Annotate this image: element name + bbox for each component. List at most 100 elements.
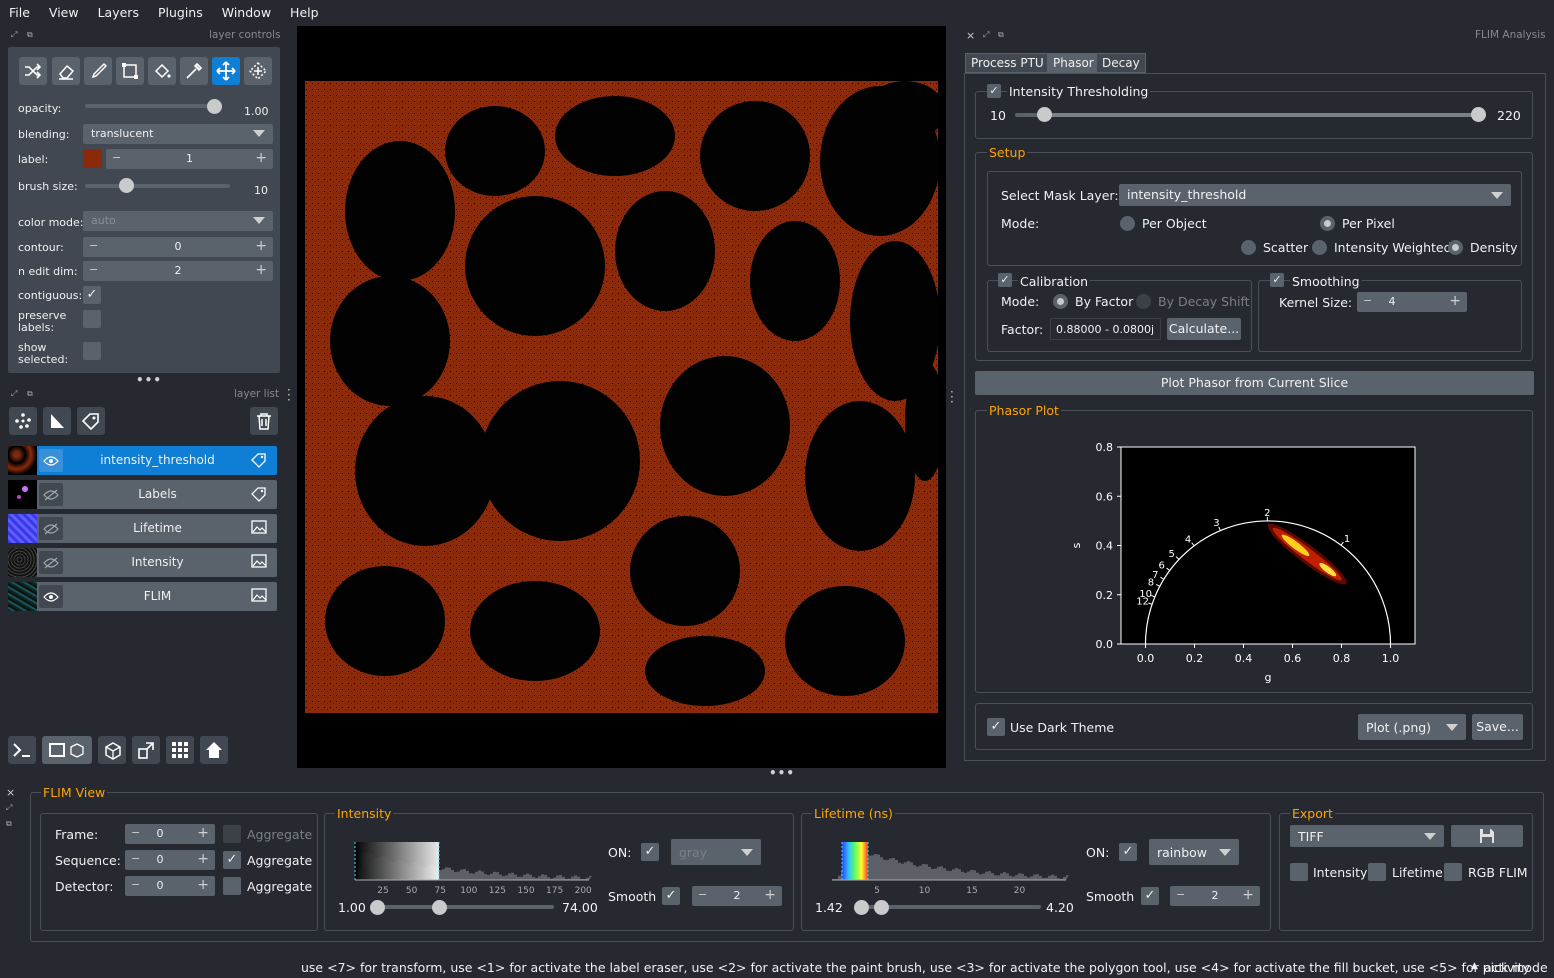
new-shapes-layer-button[interactable] bbox=[43, 407, 71, 435]
splitter-handle-icon[interactable]: ••• bbox=[769, 767, 795, 779]
lifetime-smooth-checkbox[interactable]: ✓ bbox=[1141, 887, 1159, 905]
preserve-labels-checkbox[interactable] bbox=[83, 310, 101, 328]
dark-theme-checkbox[interactable]: ✓ bbox=[987, 718, 1005, 736]
paint-brush-button[interactable] bbox=[84, 57, 112, 85]
dock-close-icon[interactable]: ⤢ bbox=[11, 389, 17, 399]
plus-icon[interactable]: + bbox=[255, 262, 267, 278]
export-intensity-checkbox[interactable] bbox=[1290, 863, 1308, 881]
save-button[interactable]: Save... bbox=[1472, 714, 1523, 740]
fill-bucket-button[interactable] bbox=[148, 57, 176, 85]
dock-float-icon[interactable]: ⧉ bbox=[998, 30, 1004, 40]
calibration-checkbox[interactable]: ✓ bbox=[998, 273, 1012, 287]
canvas-more-options-icon[interactable]: · · · bbox=[950, 386, 954, 408]
threshold-low-handle[interactable] bbox=[1037, 107, 1052, 122]
layer-row-labels[interactable]: Labels bbox=[8, 480, 277, 509]
brush-size-slider-handle[interactable] bbox=[118, 178, 134, 193]
intensity-threshold-checkbox[interactable]: ✓ bbox=[987, 84, 1001, 98]
contiguous-checkbox[interactable]: ✓ bbox=[83, 286, 101, 304]
threshold-high-handle[interactable] bbox=[1471, 107, 1486, 122]
opacity-slider-track[interactable] bbox=[85, 104, 215, 108]
dock-close-icon[interactable]: ⤢ bbox=[11, 30, 17, 40]
layer-row-intensity[interactable]: Intensity bbox=[8, 548, 277, 577]
by-factor-radio[interactable] bbox=[1053, 294, 1068, 309]
show-selected-checkbox[interactable] bbox=[83, 342, 101, 360]
tab-process-ptu[interactable]: Process PTU bbox=[965, 53, 1050, 73]
sequence-spinbox[interactable]: −0 + bbox=[125, 850, 215, 870]
home-reset-view-button[interactable] bbox=[200, 736, 228, 764]
menu-file[interactable]: File bbox=[9, 5, 30, 20]
eraser-button[interactable] bbox=[52, 57, 80, 85]
plus-icon[interactable]: + bbox=[255, 238, 267, 254]
plus-icon[interactable]: + bbox=[197, 851, 209, 867]
menu-help[interactable]: Help bbox=[290, 5, 319, 20]
intensity-weighted-radio[interactable] bbox=[1312, 240, 1327, 255]
intensity-high-handle[interactable] bbox=[432, 900, 447, 915]
delete-layer-button[interactable] bbox=[250, 407, 278, 435]
ndisplay-toggle-button[interactable] bbox=[42, 736, 92, 764]
plot-phasor-button[interactable]: Plot Phasor from Current Slice bbox=[975, 371, 1534, 395]
export-rgb-flim-checkbox[interactable] bbox=[1444, 863, 1462, 881]
per-object-radio[interactable] bbox=[1120, 216, 1135, 231]
label-color-swatch[interactable] bbox=[83, 149, 102, 168]
scatter-radio[interactable] bbox=[1241, 240, 1256, 255]
plus-icon[interactable]: + bbox=[255, 150, 267, 166]
n-edit-dim-spinbox[interactable]: −2 + bbox=[83, 261, 273, 281]
export-lifetime-checkbox[interactable] bbox=[1368, 863, 1386, 881]
dock-float-icon[interactable]: ⧉ bbox=[6, 819, 12, 829]
plot-format-select[interactable]: Plot (.png) bbox=[1358, 714, 1466, 740]
detector-spinbox[interactable]: −0 + bbox=[125, 876, 215, 896]
transpose-button[interactable] bbox=[132, 736, 160, 764]
export-save-button[interactable] bbox=[1451, 825, 1523, 847]
intensity-smooth-checkbox[interactable]: ✓ bbox=[662, 887, 680, 905]
dock-minimize-icon[interactable]: ⤢ bbox=[6, 803, 12, 813]
density-radio[interactable] bbox=[1448, 240, 1463, 255]
intensity-low-handle[interactable] bbox=[370, 900, 385, 915]
intensity-range-track[interactable] bbox=[378, 905, 554, 909]
activity-button[interactable]: activity bbox=[1484, 960, 1530, 975]
plus-icon[interactable]: + bbox=[1449, 293, 1461, 309]
frame-spinbox[interactable]: −0 + bbox=[125, 824, 215, 844]
calculate-button[interactable]: Calculate... bbox=[1167, 318, 1241, 340]
grid-view-button[interactable] bbox=[166, 736, 194, 764]
menu-plugins[interactable]: Plugins bbox=[158, 5, 203, 20]
dock-close-icon[interactable]: × bbox=[6, 786, 15, 799]
visibility-eye-icon[interactable] bbox=[39, 449, 63, 472]
lifetime-smooth-spinbox[interactable]: −2 + bbox=[1170, 886, 1260, 906]
dock-float-icon[interactable]: ⧉ bbox=[27, 30, 33, 40]
per-pixel-radio[interactable] bbox=[1320, 216, 1335, 231]
lifetime-colormap-select[interactable]: rainbow bbox=[1149, 839, 1239, 865]
menu-layers[interactable]: Layers bbox=[98, 5, 139, 20]
layer-row-lifetime[interactable]: Lifetime bbox=[8, 514, 277, 543]
roll-dims-button[interactable] bbox=[98, 736, 126, 764]
shuffle-colors-button[interactable] bbox=[19, 57, 47, 85]
color-picker-button[interactable] bbox=[180, 57, 208, 85]
visibility-eye-off-icon[interactable] bbox=[39, 517, 63, 540]
opacity-slider-handle[interactable] bbox=[207, 99, 222, 114]
activity-arrow-icon[interactable]: ▲ bbox=[1471, 961, 1478, 971]
factor-input[interactable]: 0.88000 - 0.0800j bbox=[1050, 318, 1161, 340]
new-points-layer-button[interactable] bbox=[9, 407, 37, 435]
label-spinbox[interactable]: −1 + bbox=[106, 149, 273, 169]
lifetime-on-checkbox[interactable]: ✓ bbox=[1119, 843, 1137, 861]
plus-icon[interactable]: + bbox=[197, 825, 209, 841]
layer-row-intensity-threshold[interactable]: intensity_threshold bbox=[8, 446, 277, 475]
plus-icon[interactable]: + bbox=[197, 877, 209, 893]
dock-float-icon[interactable]: ⧉ bbox=[27, 389, 33, 399]
tab-decay[interactable]: Decay bbox=[1096, 53, 1146, 73]
menu-view[interactable]: View bbox=[49, 5, 79, 20]
viewer-canvas[interactable] bbox=[297, 26, 946, 768]
intensity-on-checkbox[interactable]: ✓ bbox=[641, 843, 659, 861]
plus-icon[interactable]: + bbox=[1242, 887, 1254, 903]
console-button[interactable] bbox=[8, 736, 36, 764]
splitter-handle-icon[interactable]: ••• bbox=[136, 374, 162, 386]
visibility-eye-off-icon[interactable] bbox=[39, 483, 63, 506]
polygon-tool-button[interactable] bbox=[116, 57, 144, 85]
layer-row-flim[interactable]: FLIM bbox=[8, 582, 277, 611]
more-options-icon[interactable]: · · · bbox=[287, 384, 291, 406]
menu-window[interactable]: Window bbox=[222, 5, 271, 20]
blending-select[interactable]: translucent bbox=[83, 124, 273, 144]
smoothing-checkbox[interactable]: ✓ bbox=[1270, 273, 1284, 287]
kernel-size-spinbox[interactable]: −4 + bbox=[1357, 292, 1467, 312]
visibility-eye-icon[interactable] bbox=[39, 585, 63, 608]
plus-icon[interactable]: + bbox=[764, 887, 776, 903]
